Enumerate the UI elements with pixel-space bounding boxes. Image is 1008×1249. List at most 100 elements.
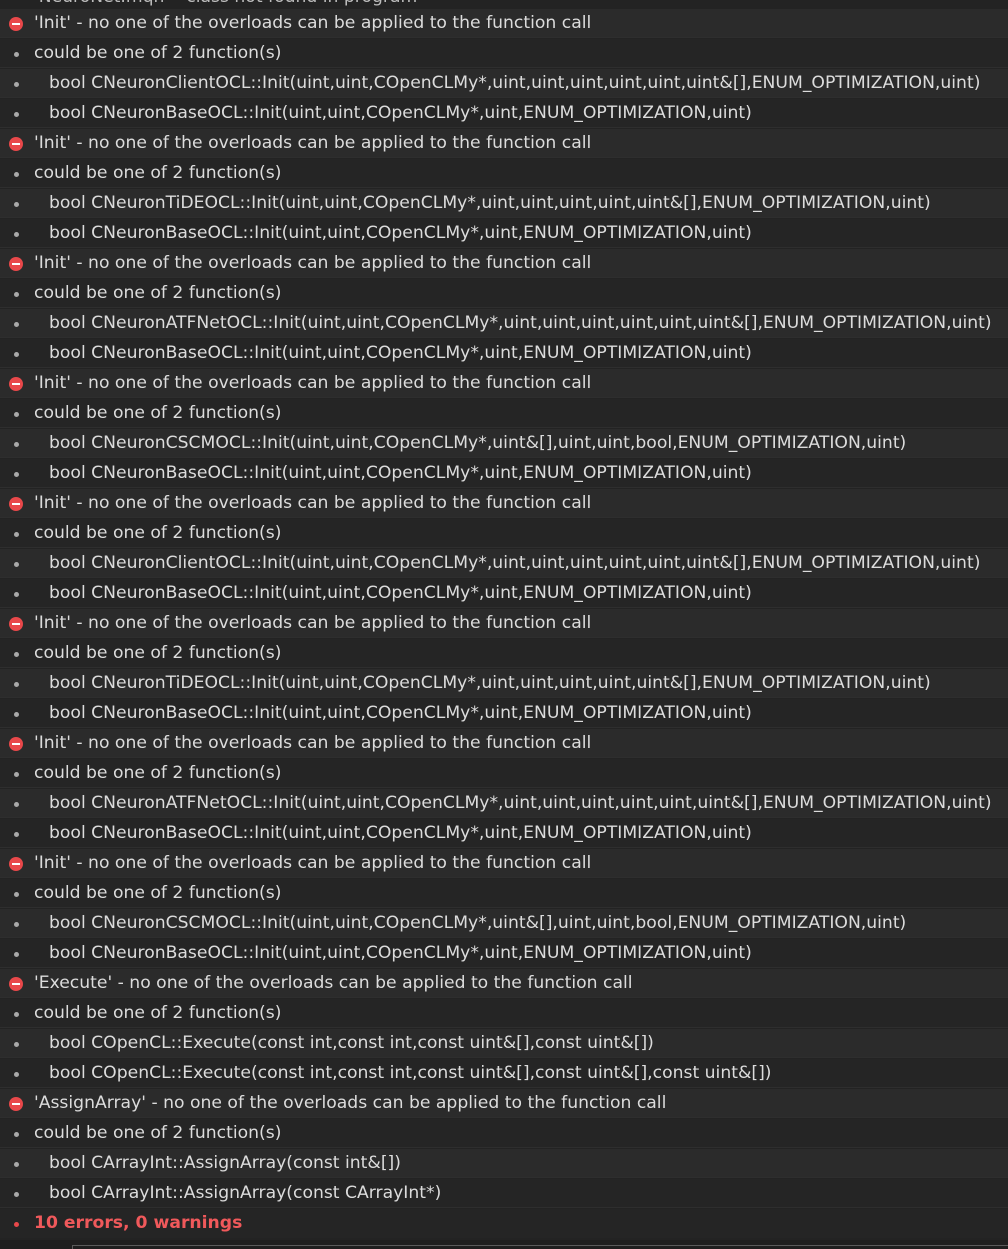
message-text: bool CNeuronBaseOCL::Init(uint,uint,COpe… <box>49 103 752 123</box>
bullet-icon <box>14 682 19 687</box>
detail-row[interactable]: bool CNeuronBaseOCL::Init(uint,uint,COpe… <box>0 99 1008 128</box>
info-row[interactable]: could be one of 2 function(s) <box>0 279 1008 308</box>
message-text: 'Init' - no one of the overloads can be … <box>34 253 592 273</box>
bullet-icon <box>14 652 19 657</box>
detail-row[interactable]: bool CNeuronBaseOCL::Init(uint,uint,COpe… <box>0 339 1008 368</box>
message-text: could be one of 2 function(s) <box>34 523 282 543</box>
detail-row[interactable]: bool CArrayInt::AssignArray(const int&[]… <box>0 1149 1008 1178</box>
info-row[interactable]: could be one of 2 function(s) <box>0 399 1008 428</box>
message-text: bool CNeuronCSCMOCL::Init(uint,uint,COpe… <box>49 433 907 453</box>
message-text: 'Init' - no one of the overloads can be … <box>34 13 592 33</box>
error-circle-icon <box>9 857 23 871</box>
detail-row[interactable]: bool CNeuronClientOCL::Init(uint,uint,CO… <box>0 549 1008 578</box>
message-text: could be one of 2 function(s) <box>34 643 282 663</box>
error-row[interactable]: 'Execute' - no one of the overloads can … <box>0 969 1008 998</box>
info-row[interactable]: could be one of 2 function(s) <box>0 639 1008 668</box>
detail-row[interactable]: bool CNeuronTiDEOCL::Init(uint,uint,COpe… <box>0 189 1008 218</box>
bullet-icon <box>14 832 19 837</box>
message-text: bool COpenCL::Execute(const int,const in… <box>49 1033 654 1053</box>
bullet-icon <box>14 52 19 57</box>
partial-top-row[interactable]: 'NeuroNet.mqh' - class not found in prog… <box>0 0 1008 8</box>
bullet-icon <box>14 442 19 447</box>
detail-row[interactable]: bool CNeuronTiDEOCL::Init(uint,uint,COpe… <box>0 669 1008 698</box>
bullet-icon <box>14 802 19 807</box>
error-row[interactable]: 'Init' - no one of the overloads can be … <box>0 129 1008 158</box>
detail-row[interactable]: bool CNeuronCSCMOCL::Init(uint,uint,COpe… <box>0 909 1008 938</box>
message-text: bool CNeuronBaseOCL::Init(uint,uint,COpe… <box>49 823 752 843</box>
message-text: bool CNeuronATFNetOCL::Init(uint,uint,CO… <box>49 313 992 333</box>
error-row[interactable]: 'Init' - no one of the overloads can be … <box>0 849 1008 878</box>
message-text: 'Init' - no one of the overloads can be … <box>34 733 592 753</box>
detail-row[interactable]: bool CNeuronBaseOCL::Init(uint,uint,COpe… <box>0 219 1008 248</box>
error-circle-icon <box>9 17 23 31</box>
error-circle-icon <box>9 377 23 391</box>
bullet-icon <box>14 472 19 477</box>
bullet-icon <box>14 1072 19 1077</box>
detail-row[interactable]: bool COpenCL::Execute(const int,const in… <box>0 1029 1008 1058</box>
info-row[interactable]: could be one of 2 function(s) <box>0 1119 1008 1148</box>
message-text: bool CNeuronATFNetOCL::Init(uint,uint,CO… <box>49 793 992 813</box>
bullet-icon <box>14 322 19 327</box>
error-circle-icon <box>9 257 23 271</box>
detail-row[interactable]: bool CNeuronClientOCL::Init(uint,uint,CO… <box>0 69 1008 98</box>
message-text: bool CNeuronBaseOCL::Init(uint,uint,COpe… <box>49 343 752 363</box>
bullet-icon <box>14 1012 19 1017</box>
message-text: 'Execute' - no one of the overloads can … <box>34 973 633 993</box>
error-row[interactable]: 'Init' - no one of the overloads can be … <box>0 249 1008 278</box>
bullet-icon <box>14 202 19 207</box>
detail-row[interactable]: bool CNeuronBaseOCL::Init(uint,uint,COpe… <box>0 459 1008 488</box>
message-text: 'Init' - no one of the overloads can be … <box>34 613 592 633</box>
bullet-icon <box>14 592 19 597</box>
bullet-icon <box>14 1162 19 1167</box>
bullet-icon <box>14 232 19 237</box>
bullet-icon <box>14 1042 19 1047</box>
message-text: bool CNeuronTiDEOCL::Init(uint,uint,COpe… <box>49 193 931 213</box>
info-row[interactable]: could be one of 2 function(s) <box>0 39 1008 68</box>
bullet-icon <box>14 1192 19 1197</box>
error-row[interactable]: 'Init' - no one of the overloads can be … <box>0 729 1008 758</box>
detail-row[interactable]: bool CNeuronCSCMOCL::Init(uint,uint,COpe… <box>0 429 1008 458</box>
error-row[interactable]: 'Init' - no one of the overloads can be … <box>0 9 1008 38</box>
detail-row[interactable]: bool CNeuronBaseOCL::Init(uint,uint,COpe… <box>0 939 1008 968</box>
message-text: could be one of 2 function(s) <box>34 283 282 303</box>
build-summary-text: 10 errors, 0 warnings <box>34 1213 243 1233</box>
info-row[interactable]: could be one of 2 function(s) <box>0 159 1008 188</box>
detail-row[interactable]: bool CNeuronBaseOCL::Init(uint,uint,COpe… <box>0 579 1008 608</box>
bullet-icon <box>14 82 19 87</box>
info-row[interactable]: could be one of 2 function(s) <box>0 759 1008 788</box>
detail-row[interactable]: bool CArrayInt::AssignArray(const CArray… <box>0 1179 1008 1208</box>
build-summary-row[interactable]: 10 errors, 0 warnings <box>0 1209 1008 1238</box>
error-circle-icon <box>9 617 23 631</box>
message-text: could be one of 2 function(s) <box>34 883 282 903</box>
bullet-icon <box>14 1132 19 1137</box>
error-circle-icon <box>9 737 23 751</box>
message-text: bool CArrayInt::AssignArray(const CArray… <box>49 1183 442 1203</box>
error-row[interactable]: 'Init' - no one of the overloads can be … <box>0 609 1008 638</box>
detail-row[interactable]: bool CNeuronATFNetOCL::Init(uint,uint,CO… <box>0 309 1008 338</box>
bullet-icon <box>14 952 19 957</box>
message-text: 'Init' - no one of the overloads can be … <box>34 373 592 393</box>
bullet-icon <box>14 772 19 777</box>
message-text: bool CNeuronClientOCL::Init(uint,uint,CO… <box>49 73 981 93</box>
info-row[interactable]: could be one of 2 function(s) <box>0 999 1008 1028</box>
message-text: bool CNeuronBaseOCL::Init(uint,uint,COpe… <box>49 223 752 243</box>
message-text: 'Init' - no one of the overloads can be … <box>34 133 592 153</box>
info-row[interactable]: could be one of 2 function(s) <box>0 519 1008 548</box>
error-row[interactable]: 'AssignArray' - no one of the overloads … <box>0 1089 1008 1118</box>
detail-row[interactable]: bool CNeuronATFNetOCL::Init(uint,uint,CO… <box>0 789 1008 818</box>
message-text: bool CNeuronBaseOCL::Init(uint,uint,COpe… <box>49 943 752 963</box>
detail-row[interactable]: bool COpenCL::Execute(const int,const in… <box>0 1059 1008 1088</box>
error-circle-icon <box>9 497 23 511</box>
bullet-icon <box>14 532 19 537</box>
error-row[interactable]: 'Init' - no one of the overloads can be … <box>0 369 1008 398</box>
error-row[interactable]: 'Init' - no one of the overloads can be … <box>0 489 1008 518</box>
panel-bottom-input[interactable] <box>72 1245 1008 1249</box>
message-text: could be one of 2 function(s) <box>34 1003 282 1023</box>
message-text: bool COpenCL::Execute(const int,const in… <box>49 1063 772 1083</box>
bullet-icon <box>14 172 19 177</box>
bullet-icon <box>14 712 19 717</box>
error-circle-icon <box>9 137 23 151</box>
info-row[interactable]: could be one of 2 function(s) <box>0 879 1008 908</box>
detail-row[interactable]: bool CNeuronBaseOCL::Init(uint,uint,COpe… <box>0 819 1008 848</box>
detail-row[interactable]: bool CNeuronBaseOCL::Init(uint,uint,COpe… <box>0 699 1008 728</box>
